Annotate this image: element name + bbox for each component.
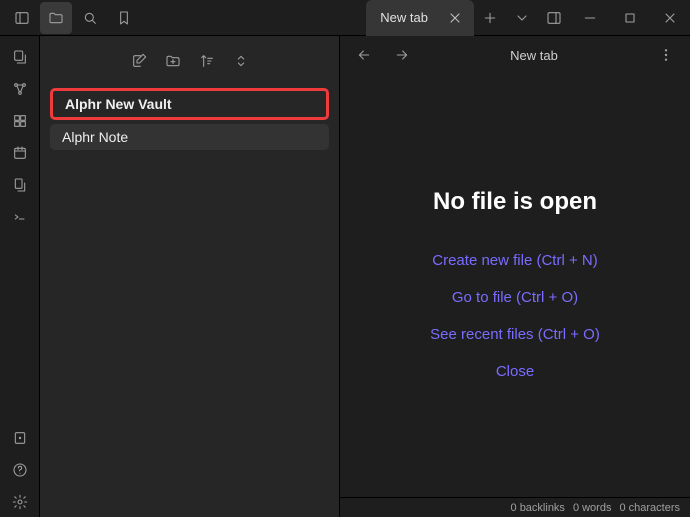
maximize-icon[interactable] <box>610 2 650 34</box>
file-explorer: Alphr New Vault Alphr Note <box>40 36 340 517</box>
sort-icon[interactable] <box>192 46 222 76</box>
settings-icon[interactable] <box>5 487 35 517</box>
status-chars[interactable]: 0 characters <box>619 502 680 514</box>
tab-label: New tab <box>380 10 428 25</box>
tab-list-icon[interactable] <box>506 2 538 34</box>
close-tab-icon[interactable] <box>446 9 464 27</box>
bookmark-icon[interactable] <box>108 2 140 34</box>
close-link[interactable]: Close <box>496 359 534 384</box>
vault-icon[interactable] <box>5 423 35 453</box>
window-close-icon[interactable] <box>650 2 690 34</box>
file-item-selected[interactable]: Alphr New Vault <box>50 88 329 120</box>
daily-note-icon[interactable] <box>5 138 35 168</box>
help-icon[interactable] <box>5 455 35 485</box>
status-words[interactable]: 0 words <box>573 502 612 514</box>
create-new-file-link[interactable]: Create new file (Ctrl + N) <box>432 248 597 273</box>
title-bar: New tab <box>0 0 690 36</box>
quick-switcher-icon[interactable] <box>5 42 35 72</box>
nav-back-icon[interactable] <box>348 39 380 71</box>
collapse-sidebar-icon[interactable] <box>6 2 38 34</box>
nav-forward-icon[interactable] <box>386 39 418 71</box>
graph-icon[interactable] <box>5 74 35 104</box>
go-to-file-link[interactable]: Go to file (Ctrl + O) <box>452 285 578 310</box>
tab-new[interactable]: New tab <box>366 0 474 36</box>
more-icon[interactable] <box>650 39 682 71</box>
editor-pane: New tab No file is open Create new file … <box>340 36 690 517</box>
collapse-icon[interactable] <box>226 46 256 76</box>
ribbon <box>0 36 40 517</box>
new-note-icon[interactable] <box>124 46 154 76</box>
file-name: Alphr New Vault <box>65 96 172 112</box>
new-folder-icon[interactable] <box>158 46 188 76</box>
templates-icon[interactable] <box>5 170 35 200</box>
canvas-icon[interactable] <box>5 106 35 136</box>
command-icon[interactable] <box>5 202 35 232</box>
search-icon[interactable] <box>74 2 106 34</box>
new-tab-icon[interactable] <box>474 2 506 34</box>
right-sidebar-icon[interactable] <box>538 2 570 34</box>
file-name: Alphr Note <box>62 129 128 145</box>
status-backlinks[interactable]: 0 backlinks <box>511 502 565 514</box>
files-icon[interactable] <box>40 2 72 34</box>
status-bar: 0 backlinks 0 words 0 characters <box>340 497 690 517</box>
view-title: New tab <box>418 48 650 63</box>
minimize-icon[interactable] <box>570 2 610 34</box>
file-item[interactable]: Alphr Note <box>50 124 329 150</box>
empty-heading: No file is open <box>433 188 597 216</box>
recent-files-link[interactable]: See recent files (Ctrl + O) <box>430 322 600 347</box>
